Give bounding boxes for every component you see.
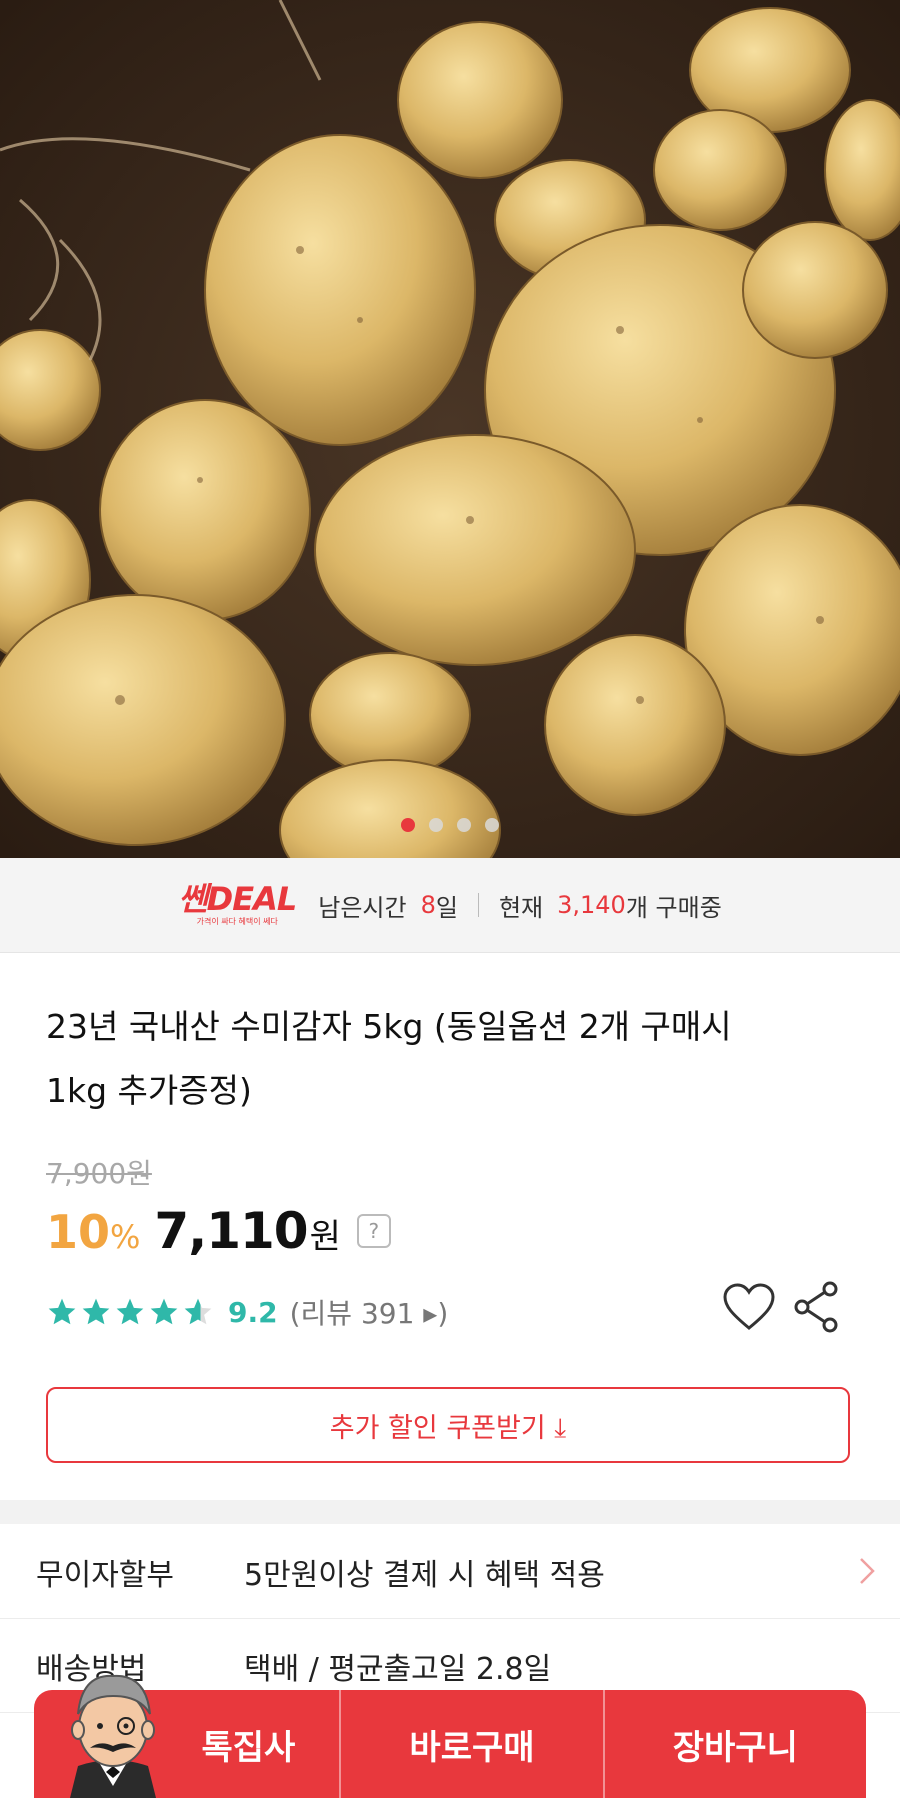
coupon-download-button[interactable]: 추가 할인 쿠폰받기 ⤓ [46, 1387, 850, 1463]
deal-logo-sub: 가격이 싸다 혜택이 쎄다 [196, 916, 278, 926]
chevron-right-icon [860, 1558, 875, 1584]
heart-icon[interactable] [722, 1282, 776, 1332]
carousel-dot[interactable] [485, 818, 499, 832]
divider [477, 893, 479, 917]
remaining-value: 8 [420, 891, 436, 919]
product-image-carousel[interactable] [0, 0, 900, 858]
installment-row[interactable]: 무이자할부 5만원이상 결제 시 혜택 적용 [0, 1524, 900, 1619]
sale-price: 7,110 [154, 1202, 308, 1260]
star-rating [46, 1296, 214, 1328]
rating-row: 9.2 (리뷰 391 ▸) [46, 1292, 448, 1332]
add-to-cart-button[interactable]: 장바구니 [602, 1690, 866, 1798]
remaining-unit: 일 [435, 893, 458, 922]
currency-unit: 원 [309, 1217, 341, 1257]
price-row: 10 % 7,110 원 ? [46, 1202, 391, 1260]
talk-butler-label: 톡집사 [201, 1727, 296, 1768]
original-price: 7,900원 [46, 1157, 152, 1190]
current-unit: 개 구매중 [625, 893, 722, 922]
star-icon [150, 1298, 178, 1325]
potato-photo [0, 0, 900, 858]
share-icon[interactable] [792, 1280, 842, 1334]
carousel-dot[interactable] [457, 818, 471, 832]
info-value: 택배 / 평균출고일 2.8일 [244, 1652, 552, 1687]
buy-now-button[interactable]: 바로구매 [339, 1690, 602, 1798]
butler-mascot-icon[interactable] [60, 1666, 166, 1798]
review-link[interactable]: (리뷰 391 ▸) [290, 1292, 449, 1332]
remaining-label: 남은시간 [318, 893, 407, 922]
current-value: 3,140 [557, 891, 626, 919]
discount-percent-sign: % [110, 1218, 141, 1256]
current-label: 현재 [498, 893, 544, 922]
star-icon [48, 1298, 76, 1325]
discount-percent: 10 [46, 1205, 111, 1259]
carousel-indicator[interactable] [0, 818, 900, 832]
buy-now-label: 바로구매 [409, 1727, 535, 1768]
title-line: 23년 국내산 수미감자 5kg (동일옵션 2개 구매시 [46, 1007, 732, 1046]
cart-label: 장바구니 [672, 1727, 798, 1768]
rating-score: 9.2 [228, 1295, 278, 1329]
star-icon [82, 1298, 110, 1325]
ssen-deal-logo: 쎈DEAL 가격이 싸다 혜택이 쎄다 [178, 879, 297, 927]
carousel-dot[interactable] [401, 818, 415, 832]
product-title: 23년 국내산 수미감자 5kg (동일옵션 2개 구매시 1kg 추가증정) [46, 995, 846, 1123]
deal-logo-text: 쎈DEAL [178, 879, 297, 918]
section-divider [0, 1500, 900, 1524]
price-help-icon[interactable]: ? [356, 1214, 391, 1248]
star-half-icon [184, 1298, 212, 1325]
title-line: 1kg 추가증정) [46, 1071, 252, 1110]
carousel-dot[interactable] [429, 818, 443, 832]
info-label: 무이자할부 [36, 1558, 174, 1593]
star-icon [116, 1298, 144, 1325]
deal-bar: 쎈DEAL 가격이 싸다 혜택이 쎄다 남은시간 8 일 현재 3,140 개 … [0, 858, 900, 953]
info-value: 5만원이상 결제 시 혜택 적용 [244, 1558, 605, 1593]
